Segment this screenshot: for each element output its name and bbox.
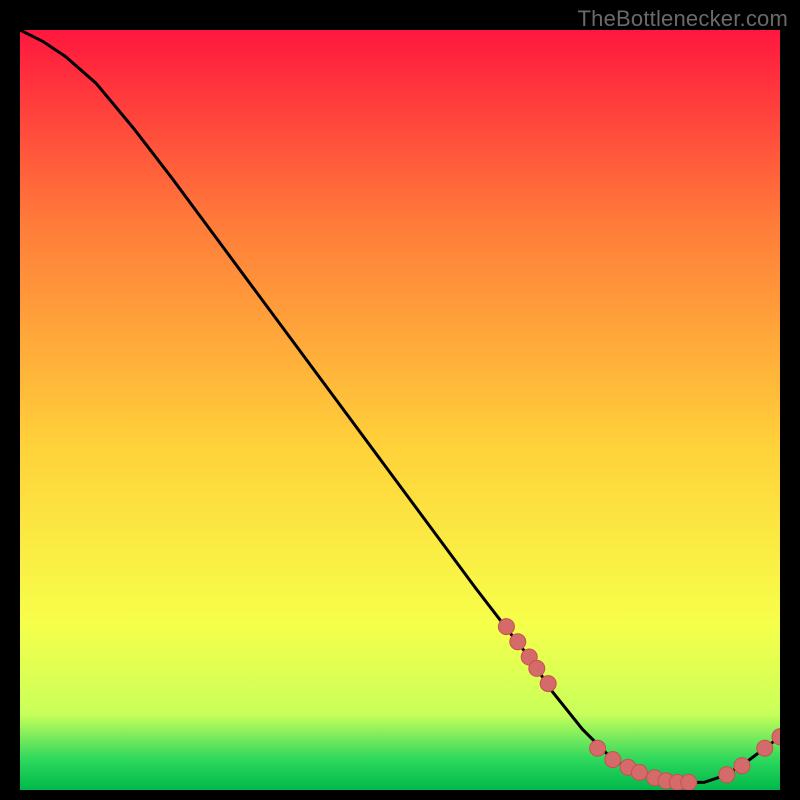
curve-marker (757, 740, 773, 756)
curve-marker (681, 774, 697, 790)
curve-marker (734, 758, 750, 774)
curve-marker (510, 634, 526, 650)
plot-area (20, 30, 780, 790)
curve-marker (631, 765, 647, 781)
curve-marker (719, 767, 735, 783)
chart-stage: TheBottlenecker.com (0, 0, 800, 800)
curve-marker (529, 660, 545, 676)
curve-marker (498, 619, 514, 635)
curve-marker (590, 740, 606, 756)
curve-marker (540, 676, 556, 692)
curve-marker (605, 752, 621, 768)
chart-svg (20, 30, 780, 790)
attribution-label: TheBottlenecker.com (578, 6, 788, 32)
gradient-background (20, 30, 780, 790)
